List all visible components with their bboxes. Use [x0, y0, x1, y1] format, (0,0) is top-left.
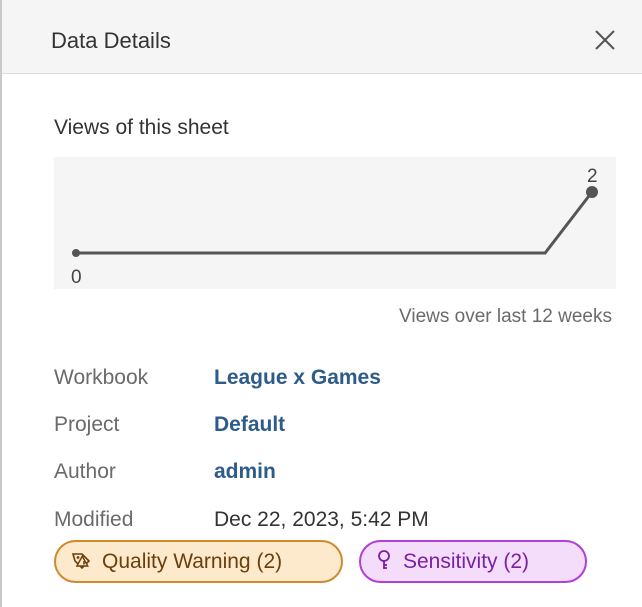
quality-warning-label: Quality Warning (2): [102, 550, 283, 573]
project-label: Project: [54, 413, 120, 436]
author-label: Author: [54, 460, 116, 483]
author-link[interactable]: admin: [214, 459, 276, 485]
sparkline-max-label: 2: [587, 166, 598, 187]
sparkline-caption: Views over last 12 weeks: [399, 306, 612, 327]
panel-title: Data Details: [51, 28, 171, 53]
close-icon: [595, 30, 615, 50]
sparkline-chart: 0 2: [71, 166, 598, 288]
workbook-link[interactable]: League x Games: [214, 365, 381, 391]
sparkline-start-point: [72, 249, 80, 257]
sparkline-series-line: [76, 191, 594, 255]
sensitivity-icon: [378, 550, 390, 570]
quality-warning-icon: [71, 553, 91, 570]
quality-warning-badge[interactable]: Quality Warning (2): [54, 540, 343, 583]
workbook-label: Workbook: [54, 366, 149, 389]
project-link[interactable]: Default: [214, 412, 285, 438]
modified-label: Modified: [54, 508, 134, 531]
views-sparkline: 0 2: [54, 157, 616, 289]
sensitivity-badge[interactable]: Sensitivity (2): [359, 540, 587, 583]
panel-header: Data Details: [2, 0, 642, 74]
sensitivity-label: Sensitivity (2): [403, 550, 530, 573]
sparkline-end-point: [586, 186, 598, 198]
data-details-panel: Data Details Views of this sheet 0 2 Vie…: [0, 0, 642, 607]
close-button[interactable]: [587, 22, 623, 58]
sparkline-min-label: 0: [71, 267, 82, 288]
views-section-title: Views of this sheet: [54, 116, 229, 139]
modified-value: Dec 22, 2023, 5:42 PM: [214, 508, 429, 531]
